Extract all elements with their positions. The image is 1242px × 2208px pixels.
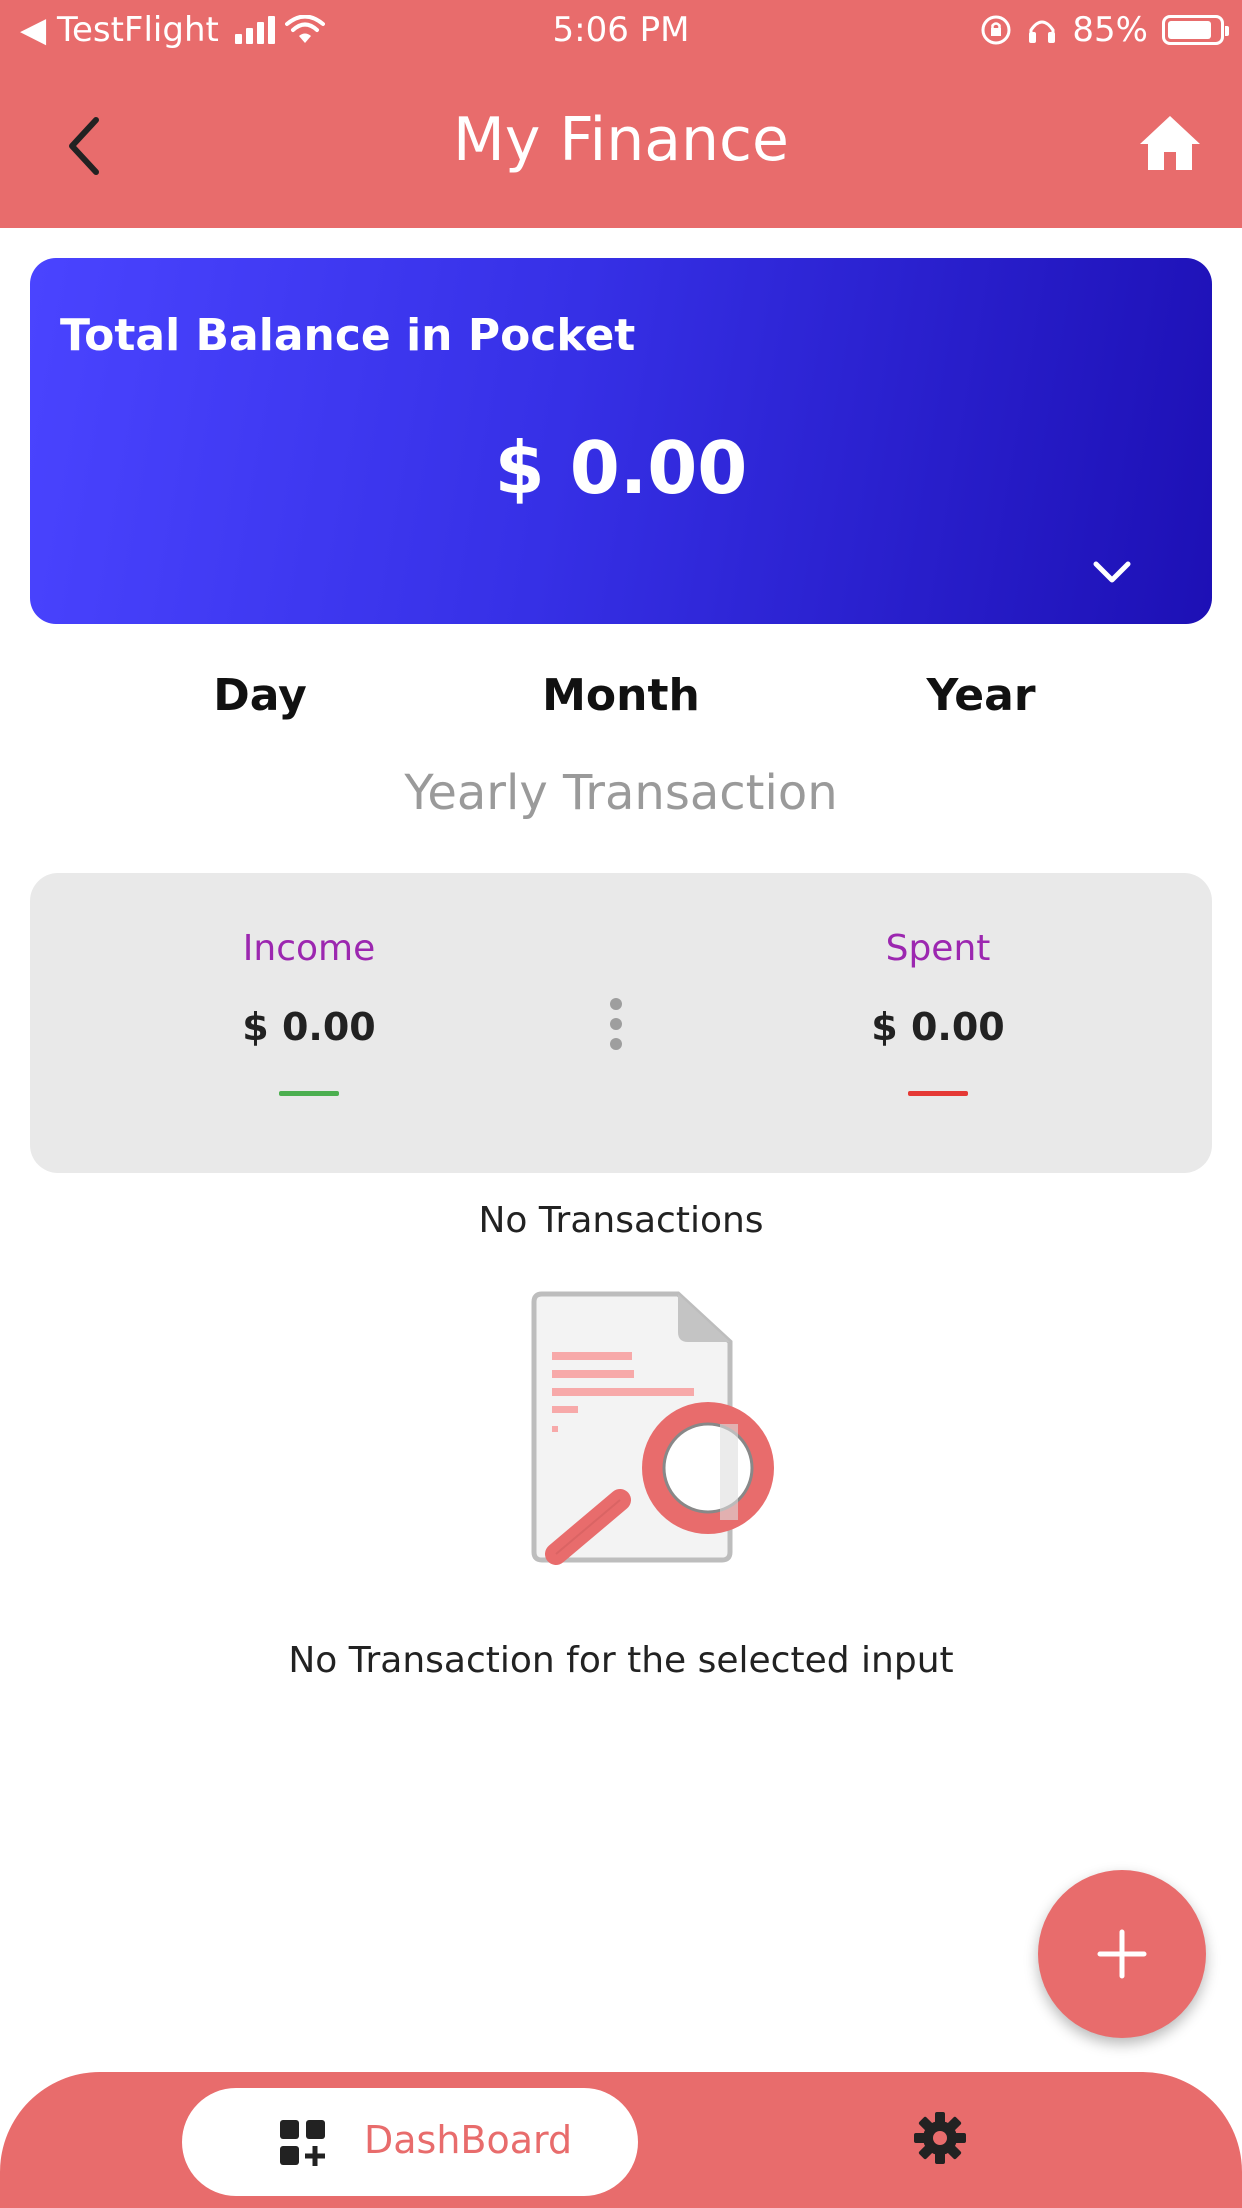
chevron-down-icon[interactable] (1092, 558, 1132, 588)
status-right: 85% (980, 10, 1229, 50)
document-search-icon (531, 1291, 774, 1565)
nav-dashboard-button[interactable]: DashBoard (182, 2088, 638, 2196)
balance-card: Total Balance in Pocket $ 0.00 (30, 258, 1212, 624)
spent-indicator (908, 1091, 968, 1096)
empty-message: No Transaction for the selected input (288, 1640, 954, 1681)
battery-icon (1162, 15, 1229, 45)
balance-amount: $ 0.00 (494, 426, 748, 510)
income-label: Income (242, 928, 376, 969)
bottom-nav: DashBoard (0, 2072, 1242, 2208)
summary-card: Income $ 0.00 Spent $ 0.00 (30, 873, 1212, 1173)
rotation-lock-icon (981, 15, 1011, 45)
status-bar: ◀ TestFlight 5:06 PM 85% (0, 0, 1242, 62)
tab-year[interactable]: Year (851, 670, 1111, 721)
dashboard-add-icon (280, 2120, 325, 2166)
empty-heading: No Transactions (478, 1200, 764, 1241)
income-value: $ 0.00 (242, 1005, 376, 1049)
battery-percent: 85% (1072, 10, 1148, 50)
spent-label: Spent (885, 928, 991, 969)
period-tabs: Day Month Year (0, 670, 1242, 730)
add-transaction-button[interactable] (1038, 1870, 1206, 2038)
balance-title: Total Balance in Pocket (60, 310, 636, 361)
income-column: Income $ 0.00 (159, 873, 459, 1096)
page-title: My Finance (453, 105, 789, 175)
top-app-bar: ◀ TestFlight 5:06 PM 85% My Finance (0, 0, 1242, 228)
gear-icon[interactable] (914, 2112, 966, 2164)
home-icon[interactable] (1138, 112, 1202, 174)
income-indicator (279, 1091, 339, 1096)
tab-day[interactable]: Day (130, 670, 390, 721)
spent-column: Spent $ 0.00 (788, 873, 1088, 1096)
more-vertical-icon[interactable] (610, 998, 624, 1058)
headphones-icon (1029, 20, 1056, 43)
nav-dashboard-label: DashBoard (364, 2118, 573, 2162)
battery-fill (1168, 21, 1211, 39)
spent-value: $ 0.00 (871, 1005, 1005, 1049)
section-subheading: Yearly Transaction (404, 765, 838, 821)
plus-icon (1097, 1929, 1147, 1979)
tab-month[interactable]: Month (491, 670, 751, 721)
